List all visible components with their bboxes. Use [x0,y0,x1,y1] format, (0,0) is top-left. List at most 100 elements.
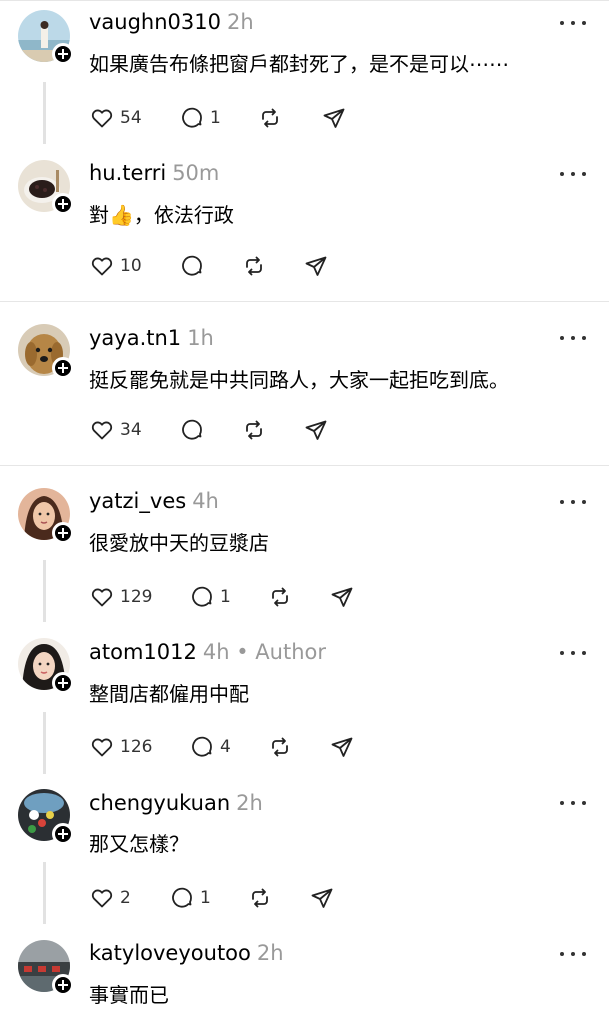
username[interactable]: yaya.tn1 [89,326,181,350]
reply-count: 1 [210,108,221,128]
username[interactable]: katyloveyoutoo [89,941,251,965]
like-count: 10 [120,256,142,276]
like-count: 34 [120,420,142,440]
reply-button[interactable]: 4 [190,735,231,759]
repost-icon [272,587,288,607]
reply-button[interactable]: 1 [190,585,231,609]
reply-count: 1 [220,587,231,607]
like-button[interactable]: 54 [90,106,142,130]
post-text: 那又怎樣？ [89,832,189,856]
share-button[interactable] [330,735,354,759]
heart-icon [91,588,113,607]
repost-button[interactable] [258,106,282,130]
like-button[interactable]: 10 [90,254,142,278]
paper-plane-icon [305,256,327,276]
more-dots-icon[interactable] [560,949,586,959]
post-text: 整間店都僱用中配 [89,682,249,706]
username[interactable]: yatzi_ves [89,489,186,513]
plus-icon [58,199,68,209]
paper-plane-icon [331,587,353,607]
post-text: 挺反罷免就是中共同路人，大家一起拒吃到底。 [89,368,509,392]
share-button[interactable] [310,886,334,910]
heart-icon [91,257,113,276]
timestamp: 4h [202,640,230,664]
share-button[interactable] [304,254,328,278]
post-text: 事實而已 [89,983,169,1007]
timestamp: 2h [256,941,284,965]
post-header: yaya.tn1 1h [89,324,214,352]
heart-icon [91,109,113,128]
like-button[interactable]: 2 [90,886,131,910]
follow-button[interactable] [52,193,74,215]
follow-button[interactable] [52,672,74,694]
timestamp: 50m [172,161,220,185]
repost-button[interactable] [248,886,272,910]
more-dots-icon[interactable] [560,333,586,343]
share-button[interactable] [322,106,346,130]
post-divider [0,301,609,302]
follow-button[interactable] [52,522,74,544]
reply-count: 4 [220,737,231,757]
paper-plane-icon [331,737,353,757]
repost-button[interactable] [242,418,266,442]
timestamp: 2h [227,10,254,34]
reply-button[interactable] [180,254,204,278]
follow-button[interactable] [52,823,74,845]
like-button[interactable]: 129 [90,585,152,609]
plus-icon [58,49,68,59]
timestamp: 4h [192,489,219,513]
plus-icon [58,528,68,538]
username[interactable]: hu.terri [89,161,166,185]
like-button[interactable]: 126 [90,735,152,759]
paper-plane-icon [305,420,327,440]
post-header: hu.terri 50m [89,159,219,187]
username[interactable]: chengyukuan [89,791,230,815]
share-button[interactable] [304,418,328,442]
post-text: 如果廣告布條把窗戶都封死了，是不是可以⋯⋯ [89,52,509,76]
repost-button[interactable] [242,254,266,278]
speech-bubble-icon [182,255,202,276]
post-divider [0,465,609,466]
more-dots-icon[interactable] [560,497,586,507]
repost-icon [252,888,268,908]
heart-icon [91,421,113,440]
more-dots-icon[interactable] [560,169,586,179]
like-count: 126 [120,737,153,757]
username[interactable]: atom1012 [89,640,197,664]
reply-button[interactable] [180,418,204,442]
paper-plane-icon [311,888,333,908]
follow-button[interactable] [52,357,74,379]
more-dots-icon[interactable] [560,648,586,658]
timestamp: 2h [236,791,263,815]
text-segment: ，依法行政 [133,203,234,227]
repost-icon [272,737,288,757]
paper-plane-icon [323,108,345,128]
plus-icon [58,363,68,373]
follow-button[interactable] [52,43,74,65]
heart-icon [91,738,113,757]
like-button[interactable]: 34 [90,418,142,442]
like-count: 54 [120,108,142,128]
reply-button[interactable]: 1 [170,886,211,910]
username[interactable]: vaughn0310 [89,10,221,34]
repost-button[interactable] [268,735,292,759]
follow-button[interactable] [52,974,74,996]
heart-icon [91,889,113,908]
top-divider [0,0,609,1]
post-header: yatzi_ves 4h [89,487,219,515]
thread-line [43,560,46,622]
reply-count: 1 [200,888,211,908]
share-button[interactable] [330,585,354,609]
more-dots-icon[interactable] [560,798,586,808]
reply-button[interactable]: 1 [180,106,221,130]
speech-bubble-icon [192,736,212,757]
repost-icon [246,420,262,440]
thumbs-up-emoji: 👍 [109,203,134,227]
repost-icon [246,256,262,276]
timestamp: 1h [187,326,214,350]
repost-button[interactable] [268,585,292,609]
speech-bubble-icon [182,107,202,128]
plus-icon [58,980,68,990]
more-dots-icon[interactable] [560,18,586,28]
plus-icon [58,829,68,839]
